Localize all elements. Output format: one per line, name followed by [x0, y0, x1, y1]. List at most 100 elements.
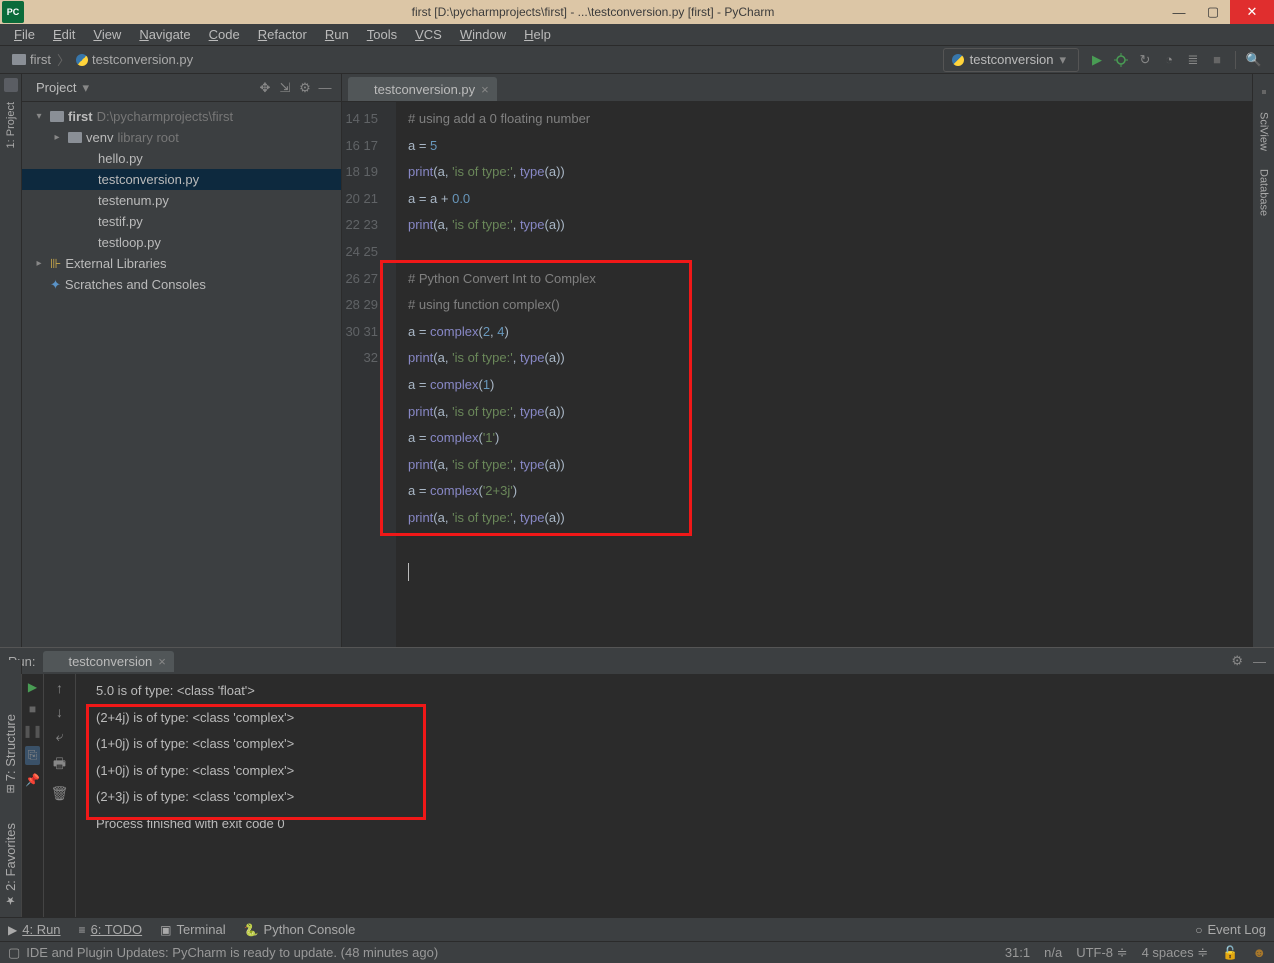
menu-bar: FileEditViewNavigateCodeRefactorRunTools… [0, 24, 1274, 46]
menu-tools[interactable]: Tools [359, 25, 405, 44]
pause-button[interactable]: ❚❚ [22, 724, 42, 738]
folder-icon [12, 54, 26, 65]
breadcrumb-project[interactable]: first [8, 52, 55, 67]
nav-toolbar: first 〉 testconversion.py testconversion… [0, 46, 1274, 74]
pin-button[interactable]: 📌 [25, 773, 40, 787]
line-separator[interactable]: n/a [1044, 945, 1062, 960]
editor-tab-label: testconversion.py [374, 82, 475, 97]
chevron-down-icon: ▾ [1059, 52, 1066, 68]
collapse-all-icon[interactable]: ⇲ [277, 80, 293, 96]
tree-external-libraries[interactable]: ▸⊪External Libraries [22, 253, 341, 274]
readonly-toggle-icon[interactable]: 🔓 [1222, 945, 1238, 961]
up-button[interactable]: ↑ [56, 680, 63, 696]
editor-tab-testconversion[interactable]: testconversion.py × [348, 77, 497, 101]
editor-content[interactable]: # using add a 0 floating numbera = 5prin… [396, 102, 1252, 647]
code-editor[interactable]: 14 15 16 17 18 19 20 21 22 23 24 25 26 2… [342, 102, 1252, 647]
profile-button[interactable]: ◔ [1159, 50, 1179, 70]
menu-vcs[interactable]: VCS [407, 25, 450, 44]
tree-scratches[interactable]: ✦Scratches and Consoles [22, 274, 341, 295]
minimize-button[interactable]: — [1162, 0, 1196, 24]
close-icon[interactable]: × [158, 654, 166, 669]
tree-file-testconversion-py[interactable]: testconversion.py [22, 169, 341, 190]
python-file-icon [82, 195, 94, 207]
right-toolwindow-bar: SciView Database [1252, 74, 1274, 647]
editor-gutter: 14 15 16 17 18 19 20 21 22 23 24 25 26 2… [342, 102, 396, 647]
debug-button[interactable] [1111, 50, 1131, 70]
stop-button[interactable]: ■ [29, 702, 36, 716]
folder-icon [68, 132, 82, 143]
tree-venv[interactable]: ▸venv library root [22, 127, 341, 148]
status-icon[interactable]: ▢ [8, 945, 20, 961]
tree-file-testif-py[interactable]: testif.py [22, 211, 341, 232]
breadcrumb-file[interactable]: testconversion.py [72, 52, 197, 67]
tool-database-tab[interactable]: Database [1258, 169, 1270, 216]
inspection-icon[interactable]: ☻ [1252, 945, 1266, 960]
folder-icon [50, 111, 64, 122]
toolwindow-todo-tab[interactable]: ≡ 6: TODO [79, 922, 143, 937]
toolwindow-pyconsole-tab[interactable]: 🐍 Python Console [244, 922, 356, 937]
concurrency-button[interactable]: ≣ [1183, 50, 1203, 70]
exit-button[interactable]: ⎘ [25, 746, 41, 765]
menu-file[interactable]: File [6, 25, 43, 44]
menu-help[interactable]: Help [516, 25, 559, 44]
app-icon: PC [2, 1, 24, 23]
run-coverage-button[interactable]: ↻ [1135, 50, 1155, 70]
project-panel: Project ▾ ✥ ⇲ ⚙ — ▾first D:\pycharmproje… [22, 74, 342, 647]
run-tab-label: testconversion [68, 654, 152, 669]
toolwindow-terminal-tab[interactable]: ▣ Terminal [160, 922, 225, 937]
python-file-icon [82, 174, 94, 186]
run-tab[interactable]: testconversion × [43, 651, 173, 672]
search-everywhere-button[interactable]: 🔍 [1244, 50, 1264, 70]
indent-selector[interactable]: 4 spaces ≑ [1142, 945, 1209, 961]
cursor-position[interactable]: 31:1 [1005, 945, 1030, 960]
locate-icon[interactable]: ✥ [257, 80, 273, 96]
rerun-button[interactable]: ▶ [28, 680, 37, 694]
menu-code[interactable]: Code [201, 25, 248, 44]
tree-file-testenum-py[interactable]: testenum.py [22, 190, 341, 211]
tree-file-hello-py[interactable]: hello.py [22, 148, 341, 169]
editor-tabs: testconversion.py × [342, 74, 1252, 102]
tool-sciview-tab[interactable]: SciView [1258, 112, 1270, 151]
menu-run[interactable]: Run [317, 25, 357, 44]
run-config-label: testconversion [970, 52, 1054, 67]
python-file-icon [82, 237, 94, 249]
soft-wrap-button[interactable]: ⤶ [56, 728, 64, 745]
bottom-tool-strip: ▶ 4: Run ≡ 6: TODO ▣ Terminal 🐍 Python C… [0, 917, 1274, 941]
print-button[interactable]: 🖶 [53, 753, 66, 777]
run-toolbar-left: ▶ ■ ❚❚ ⎘ 📌 [22, 674, 44, 917]
menu-navigate[interactable]: Navigate [131, 25, 198, 44]
run-toolbar-output: ↑ ↓ ⤶ 🖶 🗑 [44, 674, 76, 917]
toolwindow-run-tab[interactable]: ▶ 4: Run [8, 922, 61, 937]
down-button[interactable]: ↓ [56, 704, 63, 720]
titlebar: PC first [D:\pycharmprojects\first] - ..… [0, 0, 1274, 24]
clear-button[interactable]: 🗑 [51, 785, 69, 802]
run-output[interactable]: 5.0 is of type: <class 'float'>(2+4j) is… [76, 674, 1274, 917]
menu-window[interactable]: Window [452, 25, 514, 44]
menu-refactor[interactable]: Refactor [250, 25, 315, 44]
close-button[interactable]: ✕ [1230, 0, 1274, 24]
run-config-selector[interactable]: testconversion ▾ [943, 48, 1079, 72]
tree-file-testloop-py[interactable]: testloop.py [22, 232, 341, 253]
maximize-button[interactable]: ▢ [1196, 0, 1230, 24]
breadcrumb-file-label: testconversion.py [92, 52, 193, 67]
menu-view[interactable]: View [85, 25, 129, 44]
hide-icon[interactable]: — [317, 80, 333, 95]
status-message: IDE and Plugin Updates: PyCharm is ready… [26, 945, 438, 960]
hide-icon[interactable]: — [1253, 654, 1266, 669]
python-file-icon [356, 83, 368, 95]
chevron-down-icon: ▾ [82, 80, 89, 96]
python-file-icon [952, 54, 964, 66]
stop-button[interactable]: ■ [1207, 50, 1227, 70]
menu-edit[interactable]: Edit [45, 25, 83, 44]
run-settings-icon[interactable]: ⚙ [1231, 653, 1243, 669]
run-button[interactable]: ▶ [1087, 50, 1107, 70]
settings-icon[interactable]: ⚙ [297, 80, 313, 96]
encoding-selector[interactable]: UTF-8 ≑ [1076, 945, 1127, 961]
project-panel-title[interactable]: Project ▾ [30, 80, 253, 96]
event-log-button[interactable]: ○ Event Log [1195, 922, 1266, 937]
tree-root[interactable]: ▾first D:\pycharmprojects\first [22, 106, 341, 127]
project-panel-title-label: Project [36, 80, 76, 95]
project-tool-icon[interactable] [4, 78, 18, 92]
tool-project-tab[interactable]: 1: Project [5, 102, 17, 148]
close-tab-icon[interactable]: × [481, 82, 489, 97]
